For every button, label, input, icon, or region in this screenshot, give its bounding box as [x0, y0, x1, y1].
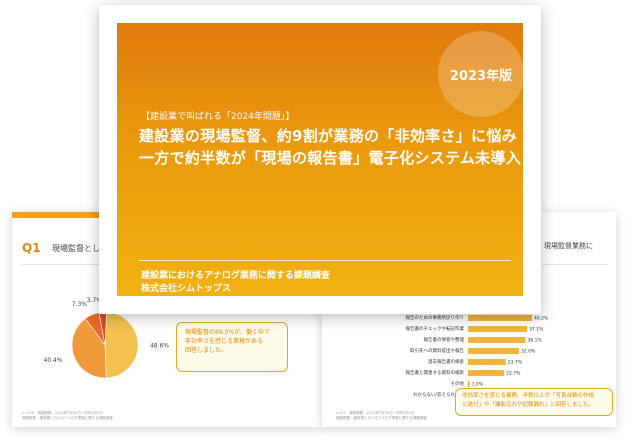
bar-category-label: 取引先への資料提出や報告 — [410, 347, 464, 354]
bar-value-label: 40.2% — [534, 316, 549, 322]
cover-title-line1: 建設業の現場監督、約9割が業務の「非効率さ」に悩み — [139, 127, 517, 145]
footnote: n=97、調査期間：2023年3月30日〜同年4月3日 調査概要：建設業における… — [336, 411, 427, 421]
footnote: n=109、調査期間：2023年3月30日〜同年4月3日 調査概要：建設業におけ… — [22, 411, 113, 421]
pie-data-label: 48.6% — [150, 342, 169, 349]
bar-value-label: 36.1% — [527, 338, 542, 344]
callout-line: と送付」や「撮影忘れや記録漏れ」と回答しました。 — [462, 402, 595, 408]
bar — [468, 370, 505, 376]
bar-value-label: 37.1% — [529, 327, 544, 333]
callout-line: 非効率さを感じる業務、半数以上が「写真台帳の作成 — [462, 393, 595, 399]
bar — [468, 315, 532, 321]
bar — [468, 381, 470, 387]
callout-line: 非効率さを感じる業務がある — [185, 338, 264, 345]
bar-value-label: 1.0% — [472, 382, 484, 388]
bar-value-label: 32.0% — [521, 349, 536, 355]
pie-slice — [104, 311, 139, 379]
left-callout: 現場監督の89.0%が、働く中で 非効率さを感じる業務がある 回答しました。 — [176, 322, 288, 372]
callout-line: 現場監督の89.0%が、働く中で — [185, 329, 270, 336]
bar-category-label: その他 — [451, 380, 465, 387]
footnote-line: 調査概要：建設業におけるアナログ業務に関する課題調査 — [22, 416, 113, 420]
bar-value-label: 22.7% — [506, 371, 521, 377]
cover-tag: 【建設業で叫ばれる「2024年問題」】 — [141, 112, 295, 122]
bar — [468, 348, 519, 354]
bar — [468, 359, 506, 365]
bar — [468, 337, 526, 343]
bar-category-label: 報告書と関連する資料の検索 — [406, 369, 465, 376]
bar — [468, 326, 528, 332]
cover-subtitle: 建設業におけるアナログ業務に関する課題調査 — [141, 271, 330, 281]
bar-value-label: 23.7% — [508, 360, 523, 366]
cover-divider — [139, 260, 511, 261]
cover-company: 株式会社シムトップス — [141, 284, 232, 294]
footnote-line: 調査概要：建設業におけるアナログ業務に関する課題調査 — [336, 416, 427, 420]
cover-title-line2: 一方で約半数が「現場の報告書」電子化システム未導入 — [139, 149, 522, 167]
cover-panel: 2023年版 【建設業で叫ばれる「2024年問題」】 建設業の現場監督、約9割が… — [117, 23, 523, 296]
bar-category-label: 報告書の保管や整理 — [424, 336, 465, 343]
callout-line: 回答しました。 — [185, 347, 228, 354]
pie-data-label: 7.3% — [72, 301, 88, 308]
report-cover: 2023年版 【建設業で叫ばれる「2024年問題」】 建設業の現場監督、約9割が… — [99, 5, 541, 314]
bar-category-label: 報告のための事務所戻り作り — [406, 314, 465, 321]
question-number: Q1 — [22, 241, 41, 255]
bar-category-label: 報告書のチェックや転記作業 — [406, 325, 465, 332]
year-badge: 2023年版 — [438, 31, 523, 117]
right-callout: 非効率さを感じる業務、半数以上が「写真台帳の作成 と送付」や「撮影忘れや記録漏れ… — [455, 388, 613, 416]
year-badge-text: 2023年版 — [449, 68, 513, 84]
pie-data-label: 40.4% — [44, 357, 63, 364]
bar-category-label: 過去報告書の検索 — [428, 358, 464, 365]
